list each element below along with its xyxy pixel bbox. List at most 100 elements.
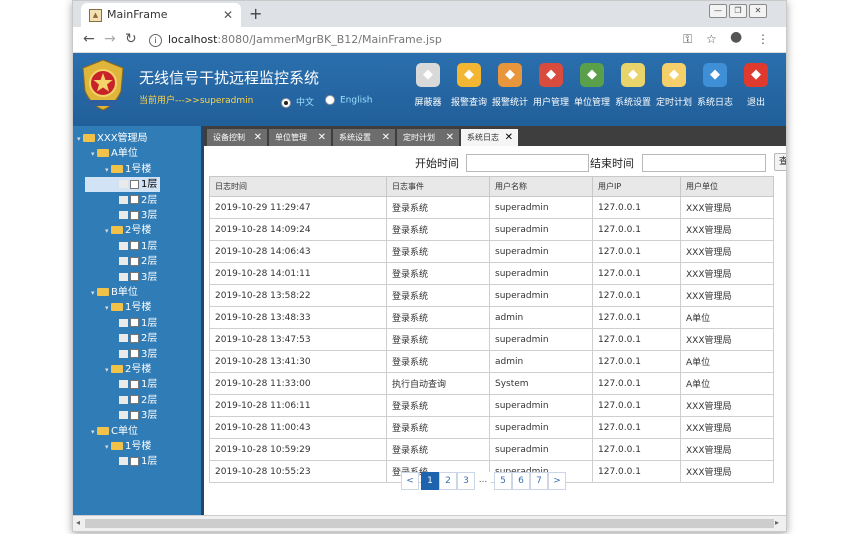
content-tab[interactable]: 系统日志 ✕ <box>461 129 518 146</box>
tree-checkbox[interactable] <box>130 318 139 328</box>
table-row[interactable]: 2019-10-28 11:06:11 登录系统 superadmin 127.0.0… <box>209 394 774 417</box>
toolbar-button[interactable]: ◆ 退出 <box>737 63 775 119</box>
tree-leaf-node[interactable]: 3层 <box>119 270 157 285</box>
table-row[interactable]: 2019-10-28 13:47:53 登录系统 superadmin 127.0.0… <box>209 328 774 351</box>
scrollbar-thumb[interactable] <box>85 519 774 528</box>
table-row[interactable]: 2019-10-28 14:09:24 登录系统 superadmin 127.0.0… <box>209 218 774 241</box>
tree-checkbox[interactable] <box>130 456 139 466</box>
toolbar-button[interactable]: ◆ 屏蔽器 <box>409 63 447 119</box>
column-header[interactable]: 日志时间 <box>209 176 387 197</box>
maximize-window-button[interactable]: ❐ <box>729 4 747 18</box>
tree-checkbox[interactable] <box>130 349 139 359</box>
tree-leaf-node[interactable]: 3层 <box>119 347 157 362</box>
tree-folder-node[interactable]: ▾ C单位 <box>91 424 138 439</box>
tree-leaf-node[interactable]: 1层 <box>85 177 160 193</box>
toolbar-button[interactable]: ◆ 单位管理 <box>573 63 611 119</box>
table-row[interactable]: 2019-10-28 11:00:43 登录系统 superadmin 127.0.0… <box>209 416 774 439</box>
tree-checkbox[interactable] <box>130 410 139 420</box>
table-row[interactable]: 2019-10-28 13:41:30 登录系统 admin 127.0.0.1 A单位 <box>209 350 774 373</box>
next-page-button[interactable]: > <box>548 472 566 490</box>
column-header[interactable]: 用户名称 <box>489 176 593 197</box>
tree-leaf-node[interactable]: 3层 <box>119 408 157 423</box>
toolbar-button[interactable]: ◆ 用户管理 <box>532 63 570 119</box>
url-field[interactable]: i localhost:8080/JammerMgrBK_B12/MainFram… <box>145 30 705 49</box>
menu-icon[interactable]: ⋮ <box>757 32 769 47</box>
tree-checkbox[interactable] <box>130 379 139 389</box>
close-tab-icon[interactable]: ✕ <box>505 129 513 146</box>
tree-checkbox[interactable] <box>130 179 139 189</box>
content-tab[interactable]: 定时计划 ✕ <box>397 129 459 146</box>
minimize-window-button[interactable]: — <box>709 4 727 18</box>
browser-tab[interactable]: ▲ MainFrame ✕ <box>81 3 241 27</box>
tree-checkbox[interactable] <box>130 333 139 343</box>
lang-option-chinese[interactable]: 中文 <box>281 95 314 108</box>
table-row[interactable]: 2019-10-28 14:01:11 登录系统 superadmin 127.0.0… <box>209 262 774 285</box>
tree-folder-node[interactable]: ▾ 2号楼 <box>105 223 151 238</box>
content-tab[interactable]: 单位管理 ✕ <box>269 129 331 146</box>
table-row[interactable]: 2019-10-28 11:33:00 执行自动查询 System 127.0.0.1… <box>209 372 774 395</box>
account-icon[interactable]: ● <box>730 30 742 45</box>
tree-leaf-node[interactable]: 2层 <box>119 193 157 208</box>
scroll-left-arrow-icon[interactable]: ◂ <box>76 518 80 527</box>
close-tab-icon[interactable]: ✕ <box>223 3 233 27</box>
tree-folder-node[interactable]: ▾ A单位 <box>91 146 138 161</box>
table-row[interactable]: 2019-10-28 13:58:22 登录系统 superadmin 127.0.0… <box>209 284 774 307</box>
close-tab-icon[interactable]: ✕ <box>318 129 326 146</box>
back-arrow-icon[interactable]: ← <box>83 31 95 48</box>
toolbar-button[interactable]: ◆ 报警查询 <box>450 63 488 119</box>
tree-leaf-node[interactable]: 1层 <box>119 239 157 254</box>
start-time-input[interactable] <box>466 154 589 172</box>
content-tab[interactable]: 设备控制 ✕ <box>207 129 267 146</box>
table-row[interactable]: 2019-10-28 13:48:33 登录系统 admin 127.0.0.1 A单位 <box>209 306 774 329</box>
new-tab-button[interactable]: + <box>249 4 262 24</box>
star-icon[interactable]: ☆ <box>706 32 717 47</box>
tree-leaf-node[interactable]: 1层 <box>119 316 157 331</box>
lang-option-english[interactable]: English <box>325 95 373 106</box>
search-button[interactable]: 查询 <box>774 153 786 171</box>
column-header[interactable]: 用户IP <box>592 176 681 197</box>
tree-leaf-node[interactable]: 2层 <box>119 393 157 408</box>
prev-page-button[interactable]: < <box>401 472 419 490</box>
tree-checkbox[interactable] <box>130 272 139 282</box>
close-tab-icon[interactable]: ✕ <box>446 129 454 146</box>
tree-checkbox[interactable] <box>130 195 139 205</box>
tree-leaf-node[interactable]: 1层 <box>119 377 157 392</box>
page-button[interactable]: 3 <box>457 472 475 490</box>
tree-leaf-node[interactable]: 1层 <box>119 454 157 469</box>
toolbar-button[interactable]: ◆ 定时计划 <box>655 63 693 119</box>
close-tab-icon[interactable]: ✕ <box>254 129 262 146</box>
radio-selected-icon[interactable] <box>281 97 291 108</box>
toolbar-button[interactable]: ◆ 报警统计 <box>491 63 529 119</box>
close-tab-icon[interactable]: ✕ <box>382 129 390 146</box>
end-time-input[interactable] <box>642 154 766 172</box>
close-window-button[interactable]: ✕ <box>749 4 767 18</box>
forward-arrow-icon[interactable]: → <box>104 31 116 48</box>
tree-checkbox[interactable] <box>130 395 139 405</box>
tree-folder-node[interactable]: ▾ 1号楼 <box>105 300 151 315</box>
reload-icon[interactable]: ↻ <box>125 31 137 48</box>
table-row[interactable]: 2019-10-28 10:55:23登录系统superadmin127.0.0… <box>209 460 774 483</box>
site-info-icon[interactable]: i <box>149 33 162 47</box>
radio-unselected-icon[interactable] <box>325 95 335 105</box>
tree-checkbox[interactable] <box>130 210 139 220</box>
key-icon[interactable]: ⚿ <box>683 32 692 47</box>
page-button[interactable]: 2 <box>439 472 457 490</box>
table-row[interactable]: 2019-10-28 14:06:43 登录系统 superadmin 127.0.0… <box>209 240 774 263</box>
toolbar-button[interactable]: ◆ 系统日志 <box>696 63 734 119</box>
page-button[interactable]: 6 <box>512 472 530 490</box>
page-button[interactable]: 1 <box>421 472 439 490</box>
tree-folder-node[interactable]: ▾ 1号楼 <box>105 162 151 177</box>
tree-leaf-node[interactable]: 2层 <box>119 331 157 346</box>
tree-leaf-node[interactable]: 3层 <box>119 208 157 223</box>
horizontal-scrollbar[interactable]: ◂ ▸ <box>73 515 786 531</box>
tree-checkbox[interactable] <box>130 256 139 266</box>
content-tab[interactable]: 系统设置 ✕ <box>333 129 395 146</box>
table-row[interactable]: 2019-10-28 10:59:29 登录系统 superadmin 127.0.0… <box>209 438 774 461</box>
tree-leaf-node[interactable]: 2层 <box>119 254 157 269</box>
page-button[interactable]: 5 <box>494 472 512 490</box>
toolbar-button[interactable]: ◆ 系统设置 <box>614 63 652 119</box>
column-header[interactable]: 日志事件 <box>386 176 490 197</box>
tree-folder-node[interactable]: ▾ 2号楼 <box>105 362 151 377</box>
tree-folder-node[interactable]: ▾ B单位 <box>91 285 138 300</box>
tree-checkbox[interactable] <box>130 241 139 251</box>
